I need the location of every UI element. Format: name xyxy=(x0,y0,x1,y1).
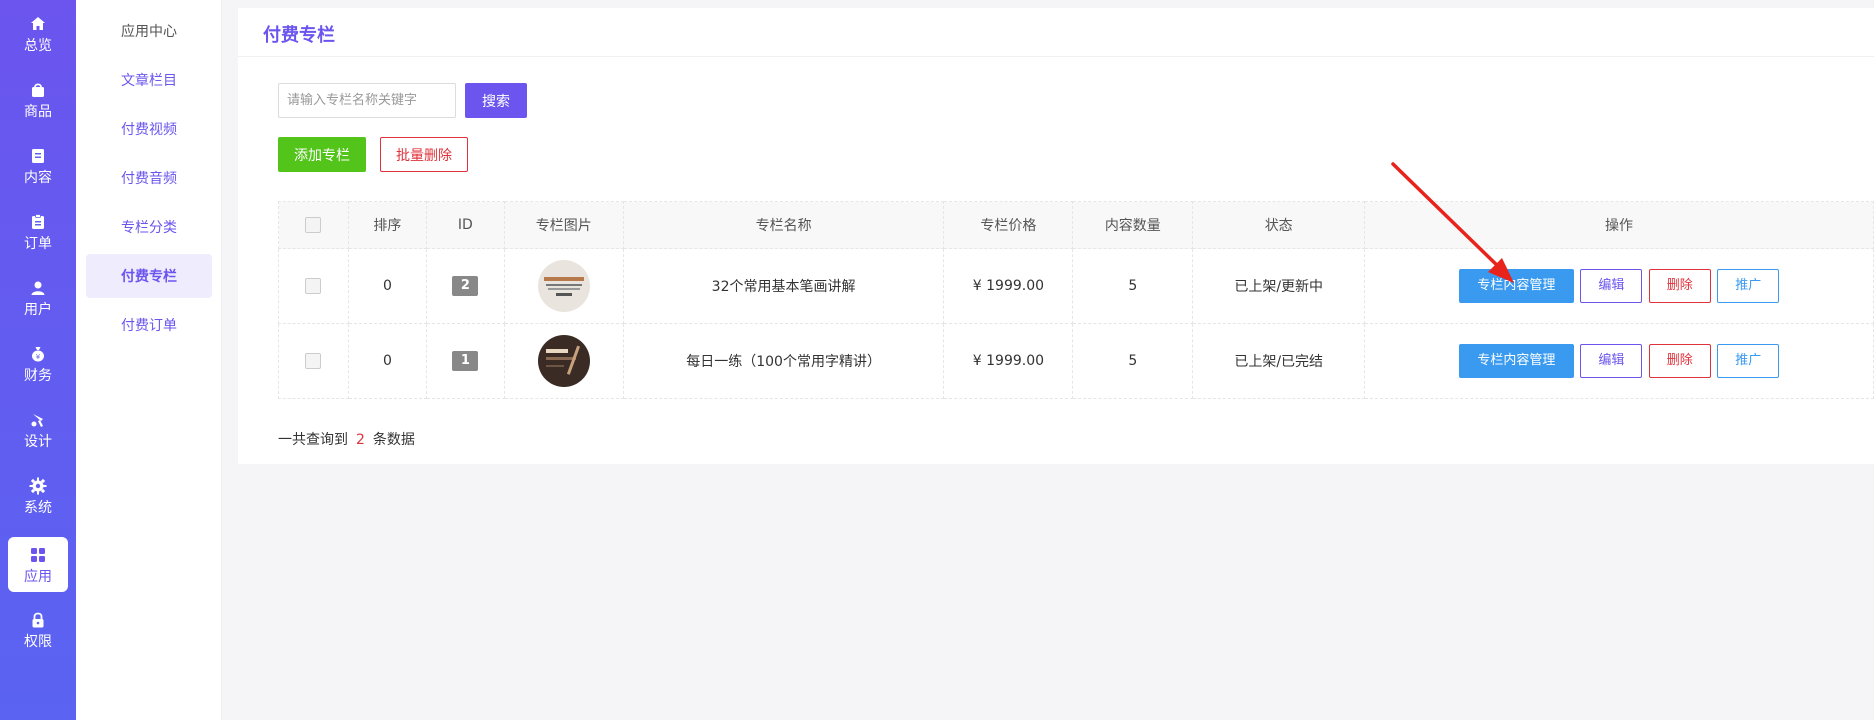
nav-label: 商品 xyxy=(24,103,52,120)
nav-item-goods[interactable]: 商品 xyxy=(8,72,68,127)
promote-button[interactable]: 推广 xyxy=(1717,344,1780,378)
edit-button[interactable]: 编辑 xyxy=(1580,269,1643,303)
brush-icon xyxy=(28,410,48,430)
nav-item-apps[interactable]: 应用 xyxy=(8,537,68,592)
nav-label: 内容 xyxy=(24,169,52,186)
nav-label: 设计 xyxy=(24,433,52,450)
row-checkbox[interactable] xyxy=(305,353,322,369)
bag-icon xyxy=(28,80,48,100)
sort-cell: 0 xyxy=(347,323,427,399)
count-cell: 5 xyxy=(1072,323,1194,399)
svg-text:¥: ¥ xyxy=(36,353,41,361)
nav-label: 财务 xyxy=(24,367,52,384)
id-cell: 1 xyxy=(425,323,505,399)
manage-content-button[interactable]: 专栏内容管理 xyxy=(1458,344,1574,378)
nav-item-permissions[interactable]: 权限 xyxy=(8,602,68,657)
page-title: 付费专栏 xyxy=(263,25,335,46)
submenu-item-paid-audio[interactable]: 付费音频 xyxy=(86,156,212,200)
count-cell: 5 xyxy=(1072,248,1194,324)
image-cell xyxy=(503,323,624,399)
select-all-checkbox[interactable] xyxy=(305,217,322,233)
actions-cell: 专栏内容管理 编辑 删除 推广 xyxy=(1364,323,1874,399)
column-header: ID xyxy=(425,201,505,249)
main-panel: 付费专栏 搜索 添加专栏 批量删除 排序 ID 专栏图片 专栏名称 专栏价格 内… xyxy=(238,8,1874,464)
submenu-item-column-category[interactable]: 专栏分类 xyxy=(86,205,212,249)
result-count: 2 xyxy=(356,432,365,448)
id-cell: 2 xyxy=(425,248,505,324)
nav-item-design[interactable]: 设计 xyxy=(8,402,68,457)
column-header: 内容数量 xyxy=(1072,201,1194,249)
summary-suffix: 条数据 xyxy=(372,432,415,448)
add-column-button[interactable]: 添加专栏 xyxy=(278,137,366,172)
user-icon xyxy=(28,278,48,298)
image-cell xyxy=(503,248,624,324)
summary-prefix: 一共查询到 xyxy=(278,432,348,448)
promote-button[interactable]: 推广 xyxy=(1717,269,1780,303)
result-summary: 一共查询到 2 条数据 xyxy=(278,429,415,449)
select-all-cell xyxy=(278,201,349,249)
main-sidebar: 总览 商品 内容 订单 用户 ¥ 财务 设计 系统 应用 权限 xyxy=(0,0,76,720)
select-cell xyxy=(278,323,349,399)
nav-item-orders[interactable]: 订单 xyxy=(8,204,68,259)
search-input[interactable] xyxy=(278,83,456,118)
status-cell: 已上架/已完结 xyxy=(1192,323,1366,399)
table-row: 0 1 每日一练（100个常用字精讲） ¥ 1999.00 5 已上架/已完结 … xyxy=(278,323,1874,399)
delete-button[interactable]: 删除 xyxy=(1648,344,1711,378)
submenu-item-paid-orders[interactable]: 付费订单 xyxy=(86,303,212,347)
name-cell: 32个常用基本笔画讲解 xyxy=(622,248,945,324)
document-icon xyxy=(28,146,48,166)
actions-cell: 专栏内容管理 编辑 删除 推广 xyxy=(1364,248,1874,324)
name-cell: 每日一练（100个常用字精讲） xyxy=(622,323,945,399)
nav-label: 总览 xyxy=(24,37,52,54)
nav-item-overview[interactable]: 总览 xyxy=(8,6,68,61)
nav-item-content[interactable]: 内容 xyxy=(8,138,68,193)
submenu-item-paid-video[interactable]: 付费视频 xyxy=(86,107,212,151)
id-badge: 2 xyxy=(452,276,479,296)
nav-item-system[interactable]: 系统 xyxy=(8,468,68,523)
nav-label: 应用 xyxy=(24,568,52,585)
table-header-row: 排序 ID 专栏图片 专栏名称 专栏价格 内容数量 状态 操作 xyxy=(278,201,1874,249)
select-cell xyxy=(278,248,349,324)
nav-label: 用户 xyxy=(24,301,52,318)
id-badge: 1 xyxy=(452,351,479,371)
title-divider xyxy=(238,56,1874,57)
nav-label: 权限 xyxy=(24,633,52,650)
home-icon xyxy=(28,14,48,34)
column-thumbnail xyxy=(537,260,590,312)
gear-icon xyxy=(28,476,48,496)
nav-label: 订单 xyxy=(24,235,52,252)
nav-label: 系统 xyxy=(24,499,52,516)
row-checkbox[interactable] xyxy=(305,278,322,294)
price-cell: ¥ 1999.00 xyxy=(943,248,1074,324)
table-row: 0 2 32个常用基本笔画讲解 ¥ 1999.00 5 已上架/更新中 专栏内容… xyxy=(278,248,1874,324)
column-table: 排序 ID 专栏图片 专栏名称 专栏价格 内容数量 状态 操作 0 2 32个常… xyxy=(278,201,1874,399)
column-header: 专栏名称 xyxy=(622,201,945,249)
column-thumbnail xyxy=(537,335,590,387)
edit-button[interactable]: 编辑 xyxy=(1580,344,1643,378)
nav-item-users[interactable]: 用户 xyxy=(8,270,68,325)
grid-icon xyxy=(28,545,48,565)
manage-content-button[interactable]: 专栏内容管理 xyxy=(1458,269,1574,303)
submenu-item-app-center[interactable]: 应用中心 xyxy=(86,9,212,53)
column-header: 排序 xyxy=(347,201,427,249)
price-cell: ¥ 1999.00 xyxy=(943,323,1074,399)
submenu-item-article-columns[interactable]: 文章栏目 xyxy=(86,58,212,102)
status-cell: 已上架/更新中 xyxy=(1192,248,1366,324)
lock-icon xyxy=(28,610,48,630)
money-bag-icon: ¥ xyxy=(28,344,48,364)
clipboard-icon xyxy=(28,212,48,232)
nav-item-finance[interactable]: ¥ 财务 xyxy=(8,336,68,391)
delete-button[interactable]: 删除 xyxy=(1648,269,1711,303)
app-submenu: 应用中心 文章栏目 付费视频 付费音频 专栏分类 付费专栏 付费订单 xyxy=(76,0,222,720)
submenu-item-paid-column[interactable]: 付费专栏 xyxy=(86,254,212,298)
batch-delete-button[interactable]: 批量删除 xyxy=(380,137,468,172)
column-header: 专栏图片 xyxy=(503,201,624,249)
search-button[interactable]: 搜索 xyxy=(465,83,527,118)
sort-cell: 0 xyxy=(347,248,427,324)
column-header: 状态 xyxy=(1192,201,1366,249)
column-header: 操作 xyxy=(1364,201,1874,249)
column-header: 专栏价格 xyxy=(943,201,1074,249)
